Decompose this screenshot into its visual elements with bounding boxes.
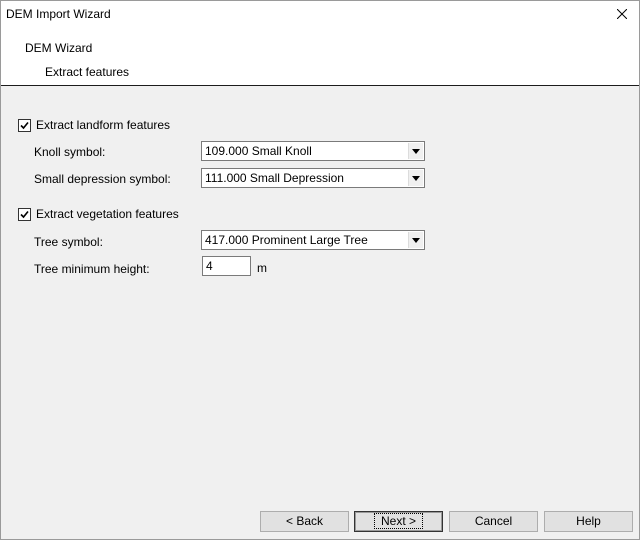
tree-symbol-label: Tree symbol: — [34, 235, 103, 249]
landform-checkbox-box[interactable] — [18, 119, 31, 132]
knoll-symbol-value: 109.000 Small Knoll — [205, 144, 312, 158]
tree-symbol-select[interactable]: 417.000 Prominent Large Tree — [201, 230, 425, 250]
next-button[interactable]: Next > — [354, 511, 443, 532]
title-bar: DEM Import Wizard — [1, 1, 639, 27]
landform-checkbox-label: Extract landform features — [36, 118, 171, 132]
wizard-step-title: Extract features — [45, 65, 130, 79]
chevron-down-icon — [412, 238, 420, 243]
chevron-down-icon — [412, 176, 420, 181]
window-title: DEM Import Wizard — [6, 7, 111, 21]
dialog-window: DEM Import Wizard DEM Wizard Extract fea… — [0, 0, 640, 540]
knoll-symbol-select[interactable]: 109.000 Small Knoll — [201, 141, 425, 161]
chevron-down-icon — [412, 149, 420, 154]
help-button[interactable]: Help — [544, 511, 633, 532]
vegetation-checkbox-label: Extract vegetation features — [36, 207, 179, 221]
close-button[interactable] — [605, 1, 639, 27]
small-depression-label: Small depression symbol: — [34, 172, 171, 186]
help-button-label: Help — [576, 514, 601, 528]
back-button[interactable]: < Back — [260, 511, 349, 532]
back-button-label: < Back — [285, 514, 324, 528]
next-button-label: Next > — [373, 513, 423, 529]
small-depression-value: 111.000 Small Depression — [205, 171, 344, 185]
cancel-button[interactable]: Cancel — [449, 511, 538, 532]
cancel-button-label: Cancel — [474, 514, 513, 528]
tree-min-height-input[interactable] — [202, 256, 251, 276]
tree-min-height-label: Tree minimum height: — [34, 262, 150, 276]
depression-dropdown-button[interactable] — [408, 170, 423, 186]
small-depression-select[interactable]: 111.000 Small Depression — [201, 168, 425, 188]
checkmark-icon — [20, 210, 29, 219]
vegetation-checkbox-box[interactable] — [18, 208, 31, 221]
close-icon — [617, 9, 627, 19]
tree-min-height-unit: m — [257, 261, 267, 275]
tree-dropdown-button[interactable] — [408, 232, 423, 248]
knoll-symbol-label: Knoll symbol: — [34, 145, 106, 159]
wizard-title: DEM Wizard — [25, 41, 93, 55]
wizard-header: DEM Wizard Extract features — [1, 27, 639, 86]
tree-symbol-value: 417.000 Prominent Large Tree — [205, 233, 368, 247]
checkmark-icon — [20, 121, 29, 130]
knoll-dropdown-button[interactable] — [408, 143, 423, 159]
